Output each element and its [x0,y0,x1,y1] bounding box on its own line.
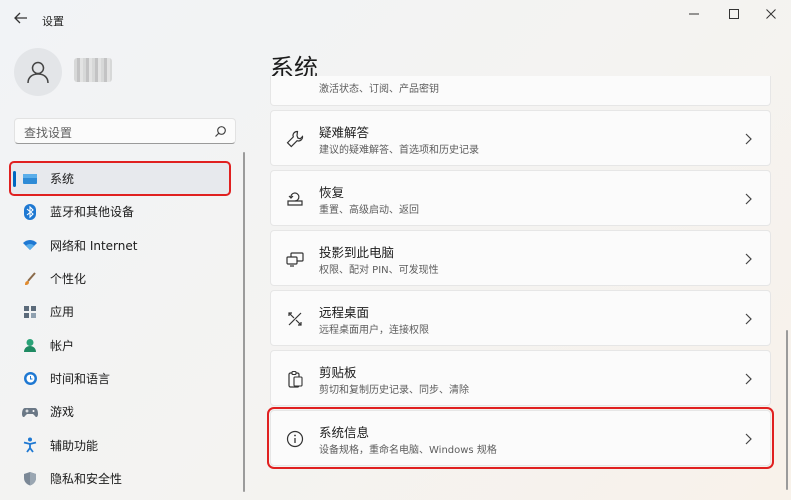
minimize-icon [689,13,699,15]
remote-desktop-icon [288,312,302,326]
minimize-button[interactable] [681,6,707,22]
globe-clock-icon [23,371,37,385]
avatar[interactable] [14,48,62,96]
card-subtitle: 设备规格，重命名电脑、Windows 规格 [319,445,497,456]
card-subtitle: 激活状态、订阅、产品密钥 [319,84,439,95]
sidebar-item-gaming[interactable]: 游戏 [10,395,230,428]
settings-card-recovery[interactable]: 恢复 重置、高级启动、返回 [270,170,771,226]
settings-card-troubleshoot[interactable]: 疑难解答 建议的疑难解答、首选项和历史记录 [270,110,771,166]
chevron-right-icon [745,433,752,445]
wifi-icon [23,240,37,251]
person-icon [27,61,49,84]
chevron-right-icon [745,313,752,325]
card-subtitle: 剪切和复制历史记录、同步、清除 [319,385,469,396]
app-title: 设置 [42,15,64,28]
wrench-icon [286,130,304,148]
sidebar-nav: 系统 蓝牙和其他设备 网络和 Internet 个性化 应用 帐户 时间和语言 … [9,160,231,495]
sidebar-item-bluetooth[interactable]: 蓝牙和其他设备 [10,195,230,228]
brush-icon [25,271,36,285]
settings-card-remote-desktop[interactable]: 远程桌面 远程桌面用户，连接权限 [270,290,771,346]
sidebar-item-label: 辅助功能 [50,438,99,453]
settings-card-clipboard[interactable]: 剪贴板 剪切和复制历史记录、同步、清除 [270,350,771,406]
sidebar-scrollbar[interactable] [243,152,245,492]
account-icon [24,339,36,353]
sidebar-item-accounts[interactable]: 帐户 [10,328,230,361]
sidebar-item-system[interactable]: 系统 [9,160,231,197]
gamepad-icon [22,407,38,417]
bluetooth-icon [24,203,36,220]
search-box[interactable]: 查找设置 [14,118,236,144]
sidebar-item-label: 游戏 [50,405,75,420]
projector-icon [286,252,304,267]
maximize-button[interactable] [721,6,747,22]
maximize-icon [729,9,739,19]
clipboard-icon [288,370,303,388]
card-title: 远程桌面 [319,305,370,320]
sidebar-item-label: 蓝牙和其他设备 [50,205,135,220]
card-title: 剪贴板 [319,365,357,380]
sidebar-item-time-language[interactable]: 时间和语言 [10,362,230,395]
settings-card-about[interactable]: 系统信息 设备规格，重命名电脑、Windows 规格 [267,407,774,469]
sidebar-item-label: 应用 [50,305,75,320]
card-title: 疑难解答 [319,125,370,140]
search-icon [215,126,226,137]
sidebar-item-label: 隐私和安全性 [50,471,123,486]
sidebar-item-accessibility[interactable]: 辅助功能 [10,428,230,461]
card-title: 投影到此电脑 [319,245,395,260]
main-scrollbar[interactable] [786,330,788,490]
title-bar: 设置 [0,0,791,40]
card-subtitle: 权限、配对 PIN、可发现性 [319,265,439,276]
sidebar-item-network[interactable]: 网络和 Internet [10,229,230,262]
monitor-icon [23,173,37,184]
chevron-right-icon [745,133,752,145]
card-subtitle: 远程桌面用户，连接权限 [319,325,429,336]
sidebar-item-label: 系统 [50,172,75,187]
card-subtitle: 重置、高级启动、返回 [319,205,419,216]
sidebar-item-label: 帐户 [50,338,75,353]
sidebar-item-personalization[interactable]: 个性化 [10,262,230,295]
apps-icon [24,305,36,318]
accessibility-icon [23,437,37,453]
close-button[interactable] [758,6,784,22]
settings-card-project-to-pc[interactable]: 投影到此电脑 权限、配对 PIN、可发现性 [270,230,771,286]
recovery-icon [287,192,303,206]
sidebar-item-apps[interactable]: 应用 [10,295,230,328]
close-icon [766,9,776,19]
search-placeholder: 查找设置 [24,126,73,140]
shield-icon [24,471,36,486]
sidebar-item-label: 网络和 Internet [50,238,138,253]
card-subtitle: 建议的疑难解答、首选项和历史记录 [319,145,479,156]
info-icon [286,430,304,448]
card-title: 系统信息 [319,425,370,440]
sidebar-item-label: 个性化 [50,272,87,287]
chevron-right-icon [745,193,752,205]
sidebar-item-label: 时间和语言 [50,371,111,386]
chevron-right-icon [745,373,752,385]
chevron-right-icon [745,253,752,265]
sidebar-item-privacy[interactable]: 隐私和安全性 [10,462,230,495]
card-title: 恢复 [319,185,345,200]
user-name: 用户 [74,58,112,82]
back-arrow-icon[interactable] [12,9,30,27]
settings-card-activation[interactable]: 激活状态、订阅、产品密钥 [270,76,771,106]
